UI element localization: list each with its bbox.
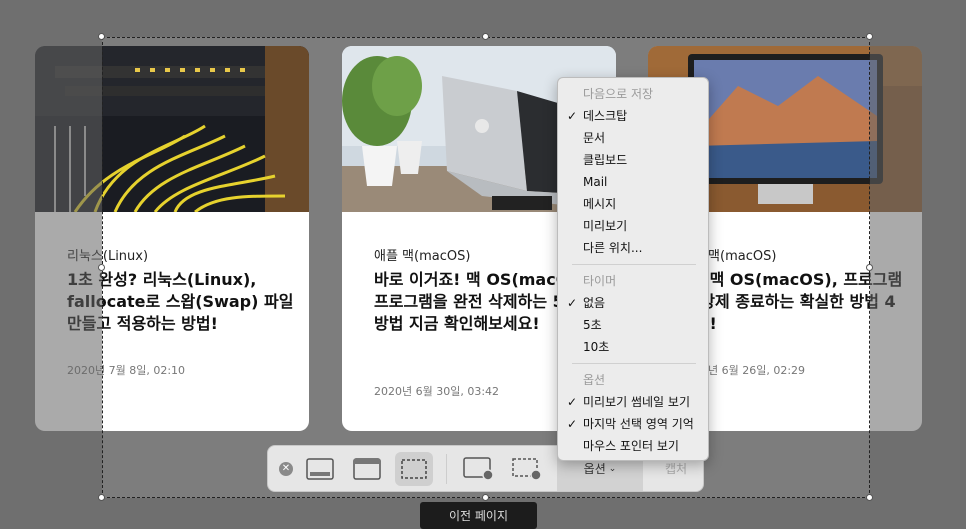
menu-item-remember-selection[interactable]: ✓ 마지막 선택 영역 기억 (558, 413, 708, 435)
selection-rectangle[interactable] (102, 37, 870, 498)
menu-header-save-to: 다음으로 저장 (583, 87, 654, 101)
menu-item-mail[interactable]: Mail (558, 171, 708, 193)
menu-item-timer-5s[interactable]: 5초 (558, 314, 708, 336)
screenshot-dim-overlay (870, 0, 966, 529)
menu-separator (572, 363, 696, 364)
screenshot-dim-overlay (0, 0, 102, 529)
screenshot-dim-overlay (102, 0, 870, 37)
menu-item-documents[interactable]: 문서 (558, 127, 708, 149)
menu-item-show-thumbnail[interactable]: ✓ 미리보기 썸네일 보기 (558, 391, 708, 413)
record-screen-icon (463, 457, 494, 481)
capture-entire-screen-button[interactable] (301, 452, 339, 486)
menu-item-clipboard[interactable]: 클립보드 (558, 149, 708, 171)
checkmark-icon: ✓ (567, 395, 578, 409)
menu-item-timer-10s[interactable]: 10초 (558, 336, 708, 358)
options-menu: 다음으로 저장 ✓ 데스크탑 문서 클립보드 Mail 메시지 미리보기 다른 위… (557, 77, 709, 461)
menu-item-messages[interactable]: 메시지 (558, 193, 708, 215)
resize-handle[interactable] (866, 33, 873, 40)
checkmark-icon: ✓ (567, 296, 578, 310)
capture-window-icon (353, 458, 381, 480)
resize-handle[interactable] (98, 494, 105, 501)
menu-item-preview[interactable]: 미리보기 (558, 215, 708, 237)
resize-handle[interactable] (482, 33, 489, 40)
resize-handle[interactable] (866, 494, 873, 501)
toolbar-separator (446, 454, 447, 484)
record-selection-button[interactable] (508, 452, 546, 486)
capture-selection-icon (401, 459, 427, 479)
menu-item-desktop[interactable]: ✓ 데스크탑 (558, 105, 708, 127)
menu-item-other-location[interactable]: 다른 위치... (558, 237, 708, 259)
resize-handle[interactable] (482, 494, 489, 501)
checkmark-icon: ✓ (567, 417, 578, 431)
chevron-down-icon: ⌄ (608, 463, 617, 474)
menu-item-show-pointer[interactable]: 마우스 포인터 보기 (558, 435, 708, 457)
record-screen-button[interactable] (460, 452, 498, 486)
record-selection-icon (512, 458, 542, 481)
options-label: 옵션 (583, 462, 606, 476)
menu-header-timer: 타이머 (583, 274, 617, 288)
resize-handle[interactable] (98, 264, 105, 271)
resize-handle[interactable] (98, 33, 105, 40)
menu-header-options: 옵션 (583, 373, 606, 387)
capture-window-button[interactable] (348, 452, 386, 486)
capture-selection-button[interactable] (395, 452, 433, 486)
menu-item-timer-none[interactable]: ✓ 없음 (558, 292, 708, 314)
close-icon[interactable]: ✕ (279, 462, 293, 476)
checkmark-icon: ✓ (567, 109, 578, 123)
menu-separator (572, 264, 696, 265)
previous-page-button[interactable]: 이전 페이지 (420, 502, 537, 529)
resize-handle[interactable] (866, 264, 873, 271)
capture-entire-screen-icon (306, 458, 334, 480)
